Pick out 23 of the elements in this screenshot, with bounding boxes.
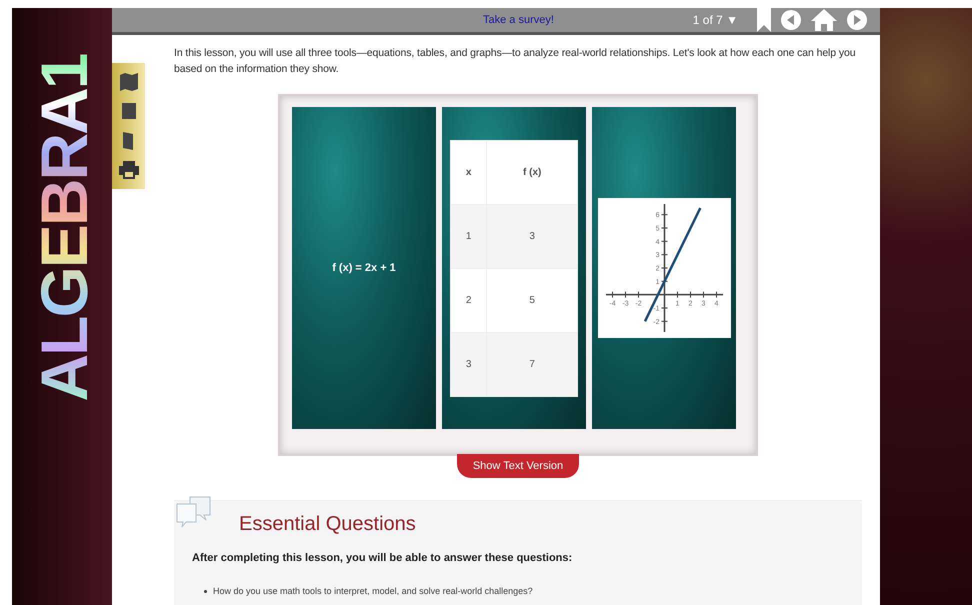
column-header: f (x) — [486, 140, 578, 204]
survey-link[interactable]: Take a survey! — [483, 14, 554, 26]
section-title: Essential Questions — [239, 513, 417, 536]
table-cell: 2 — [450, 268, 487, 332]
table-cell: 3 — [486, 204, 578, 268]
bookmark-icon[interactable] — [756, 8, 772, 32]
table-cell: 3 — [450, 332, 487, 396]
table-cell: 1 — [450, 204, 487, 268]
question-text: How do you use math tools to interpret, model, and solve real-world challenges? — [213, 586, 533, 596]
map-icon[interactable] — [118, 72, 138, 92]
table-cell: 7 — [486, 332, 578, 396]
section-subtitle: After completing this lesson, you will be able to answer these questions: — [192, 552, 574, 564]
show-text-button[interactable]: Show Text Version — [456, 454, 580, 478]
equation-text: f (x) = 2x + 1 — [332, 262, 396, 274]
bullet — [204, 590, 207, 592]
intro-text: In this lesson, you will use all three tools—equations, tables, and graphs—to analyze real-world relationships. Let's look at how each one can help you based on the information they show. — [174, 46, 856, 77]
next-icon[interactable] — [846, 9, 868, 31]
page-selector[interactable]: 1 of 7 ▼ — [692, 13, 738, 27]
home-icon[interactable] — [810, 8, 838, 32]
column-header: x — [450, 140, 487, 204]
printer-icon[interactable] — [118, 160, 140, 180]
previous-icon[interactable] — [780, 9, 802, 31]
table-cell: 5 — [486, 268, 578, 332]
